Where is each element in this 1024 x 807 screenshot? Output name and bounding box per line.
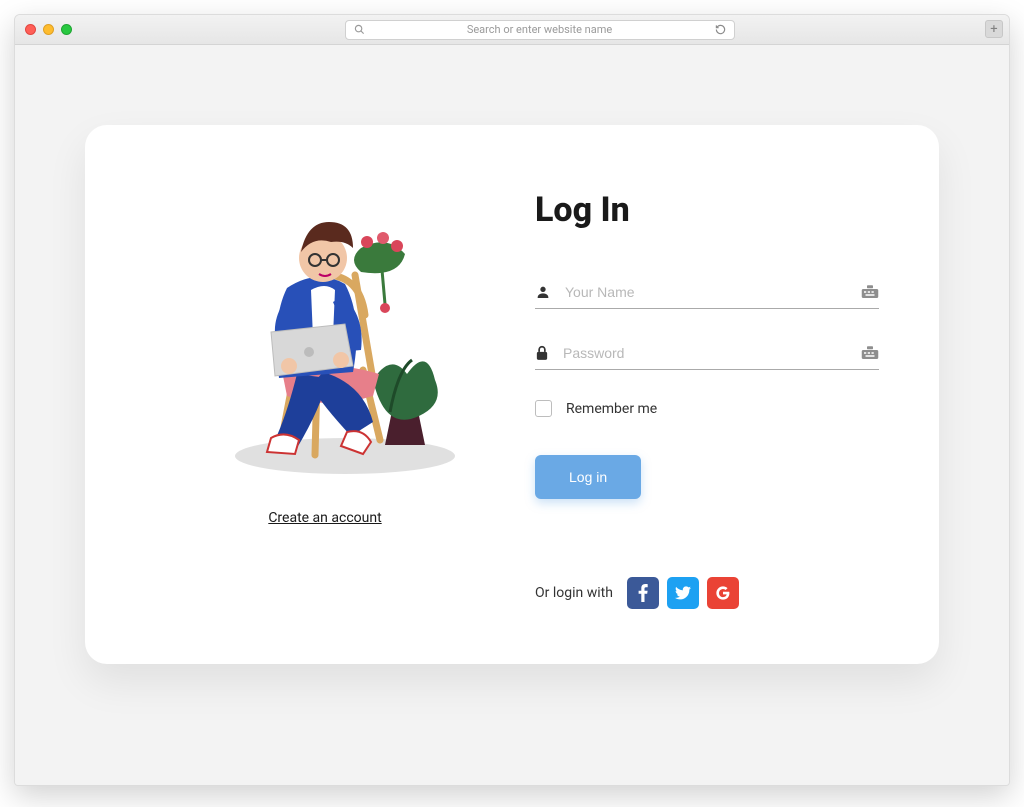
refresh-icon[interactable] bbox=[715, 24, 726, 35]
page-viewport: Create an account Log In bbox=[15, 45, 1009, 785]
remember-me-row: Remember me bbox=[535, 400, 879, 417]
remember-me-label: Remember me bbox=[566, 401, 657, 417]
google-login-button[interactable] bbox=[707, 577, 739, 609]
window-controls bbox=[25, 24, 72, 35]
login-card: Create an account Log In bbox=[85, 125, 939, 664]
maximize-window-button[interactable] bbox=[61, 24, 72, 35]
lock-icon bbox=[535, 345, 549, 361]
username-field bbox=[535, 278, 879, 309]
page-title: Log In bbox=[535, 190, 879, 230]
facebook-login-button[interactable] bbox=[627, 577, 659, 609]
card-right-column: Log In bbox=[535, 180, 879, 609]
card-left-column: Create an account bbox=[145, 180, 505, 609]
create-account-link[interactable]: Create an account bbox=[268, 510, 381, 526]
password-input[interactable] bbox=[563, 345, 847, 361]
social-login-row: Or login with bbox=[535, 577, 879, 609]
illustration-person-laptop bbox=[185, 180, 465, 480]
remember-me-checkbox[interactable] bbox=[535, 400, 552, 417]
social-buttons bbox=[627, 577, 739, 609]
url-bar[interactable]: Search or enter website name bbox=[345, 20, 735, 40]
search-icon bbox=[354, 24, 365, 35]
social-login-label: Or login with bbox=[535, 585, 613, 601]
url-placeholder: Search or enter website name bbox=[371, 23, 709, 36]
close-window-button[interactable] bbox=[25, 24, 36, 35]
keyboard-icon bbox=[861, 345, 879, 361]
login-button[interactable]: Log in bbox=[535, 455, 641, 499]
twitter-login-button[interactable] bbox=[667, 577, 699, 609]
keyboard-icon bbox=[861, 284, 879, 300]
username-input[interactable] bbox=[565, 284, 847, 300]
url-bar-container: Search or enter website name bbox=[80, 20, 999, 40]
person-icon bbox=[535, 284, 551, 300]
minimize-window-button[interactable] bbox=[43, 24, 54, 35]
browser-toolbar: Search or enter website name + bbox=[15, 15, 1009, 45]
password-field bbox=[535, 339, 879, 370]
browser-window: Search or enter website name + bbox=[14, 14, 1010, 786]
new-tab-button[interactable]: + bbox=[985, 20, 1003, 38]
